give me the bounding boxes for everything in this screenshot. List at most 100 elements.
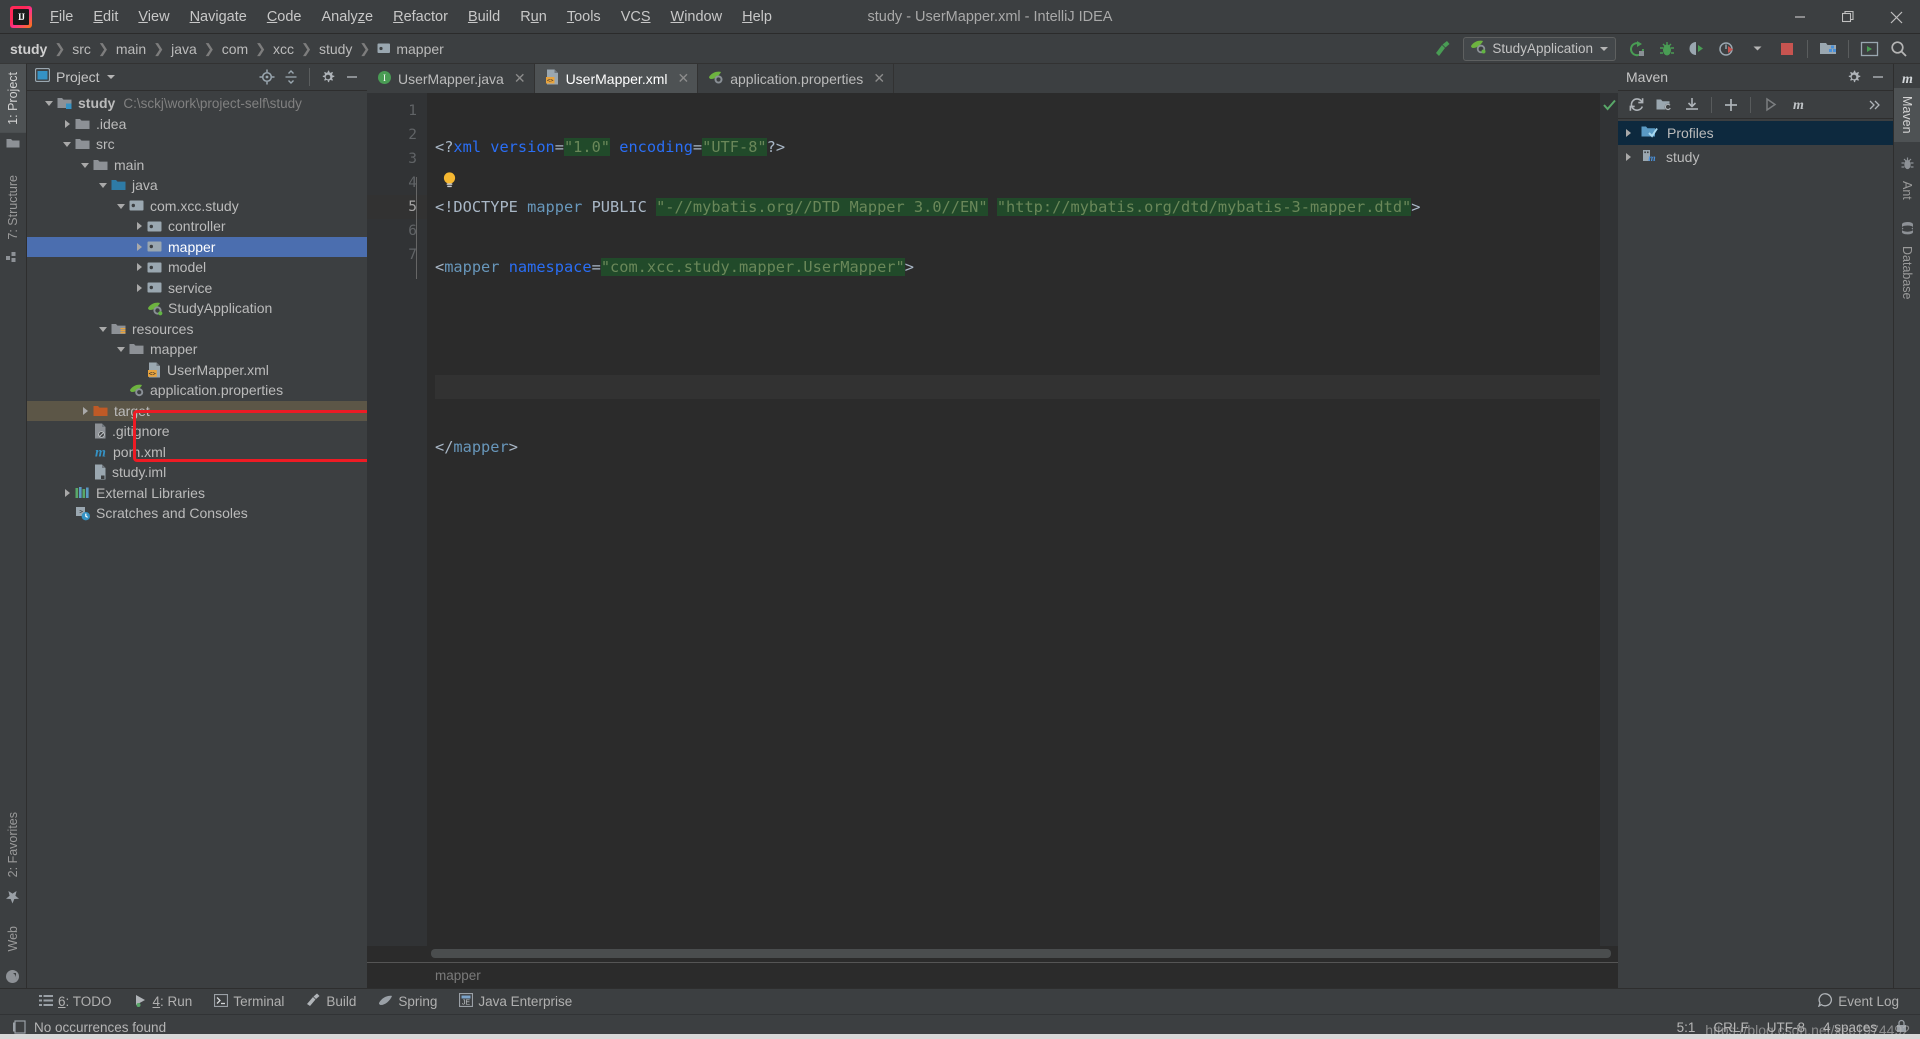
breadcrumb-item-mapper[interactable]: mapper (375, 41, 445, 57)
chevron-right-icon[interactable] (131, 242, 147, 252)
reimport-icon[interactable] (1624, 94, 1648, 116)
bottom-tab-run[interactable]: 4: Run (123, 989, 204, 1014)
chevron-right-icon[interactable] (131, 221, 147, 231)
line-separator[interactable]: CRLF (1713, 1020, 1748, 1035)
download-sources-icon[interactable] (1680, 94, 1704, 116)
chevron-right-icon[interactable] (1624, 125, 1633, 141)
chevron-down-icon[interactable] (113, 344, 129, 354)
project-tree-item-target[interactable]: target (27, 400, 367, 421)
menu-view[interactable]: View (128, 0, 179, 33)
editor-tab-usermapper-xml[interactable]: <> UserMapper.xml ✕ (534, 64, 699, 93)
project-tree-item-scratches-and-consoles[interactable]: >_ Scratches and Consoles (27, 503, 367, 524)
gear-icon[interactable] (1843, 66, 1865, 88)
code-viewport[interactable]: <?xml version="1.0" encoding="UTF-8"?> <… (427, 93, 1600, 946)
bottom-tab-terminal[interactable]: Terminal (203, 989, 295, 1014)
profile-dropdown-icon[interactable] (1742, 36, 1772, 62)
project-tree-item--gitignore[interactable]: .gitignore (27, 421, 367, 442)
project-tree-item-pom-xml[interactable]: m pom.xml (27, 442, 367, 463)
close-tab-icon[interactable]: ✕ (677, 70, 689, 87)
minimize-button[interactable] (1776, 0, 1824, 34)
chevron-down-icon[interactable] (1599, 40, 1609, 58)
project-tree-item-com-xcc-study[interactable]: com.xcc.study (27, 196, 367, 217)
chevron-down-icon[interactable] (59, 139, 75, 149)
lock-icon[interactable] (1895, 1019, 1908, 1036)
sidebar-tab-maven[interactable]: Maven (1894, 88, 1920, 142)
collapse-all-icon[interactable] (280, 66, 302, 88)
project-tree-item-java[interactable]: java (27, 175, 367, 196)
file-encoding[interactable]: UTF-8 (1767, 1020, 1805, 1035)
chevron-right-icon[interactable] (131, 262, 147, 272)
sidebar-tab-project[interactable]: 1: Project (0, 64, 26, 133)
maven-tree-item-study[interactable]: m study (1618, 145, 1893, 169)
sidebar-tab-web[interactable]: Web (0, 918, 26, 959)
editor-tab-usermapper-java[interactable]: I UserMapper.java ✕ (367, 64, 535, 93)
search-everywhere-icon[interactable] (1884, 36, 1914, 62)
project-tree-item-study-iml[interactable]: study.iml (27, 462, 367, 483)
menu-navigate[interactable]: Navigate (180, 0, 257, 33)
bottom-tab-build[interactable]: Build (295, 989, 367, 1014)
menu-code[interactable]: Code (257, 0, 312, 33)
chevron-right-icon[interactable] (59, 119, 75, 129)
project-tree-item-controller[interactable]: controller (27, 216, 367, 237)
bottom-tab-spring[interactable]: Spring (367, 989, 448, 1014)
project-tree-item-usermapper-xml[interactable]: <> UserMapper.xml (27, 360, 367, 381)
project-tree-item-main[interactable]: main (27, 155, 367, 176)
inspection-gutter[interactable] (1600, 93, 1618, 946)
hide-panel-icon[interactable] (341, 66, 363, 88)
breadcrumb-item-com[interactable]: com (220, 41, 250, 57)
menu-refactor[interactable]: Refactor (383, 0, 458, 33)
maximize-restore-button[interactable] (1824, 0, 1872, 34)
menu-analyze[interactable]: Analyze (312, 0, 384, 33)
project-tree-item--idea[interactable]: .idea (27, 114, 367, 135)
scrollbar-track[interactable] (427, 946, 1618, 962)
execute-maven-goal-icon[interactable]: m (1786, 94, 1810, 116)
project-tree-item-mapper[interactable]: mapper (27, 339, 367, 360)
chevron-down-icon[interactable] (113, 201, 129, 211)
maven-tree[interactable]: Profiles m study (1618, 119, 1893, 988)
chevron-right-icon[interactable] (77, 406, 93, 416)
stop-button[interactable] (1772, 36, 1802, 62)
menu-vcs[interactable]: VCS (611, 0, 661, 33)
breadcrumb-item-study[interactable]: study (8, 41, 49, 57)
breadcrumb-item-study-pkg[interactable]: study (317, 41, 354, 57)
select-opened-file-icon[interactable] (256, 66, 278, 88)
menu-window[interactable]: Window (661, 0, 733, 33)
project-tree-item-external-libraries[interactable]: External Libraries (27, 483, 367, 504)
breadcrumb-item-main[interactable]: main (114, 41, 148, 57)
sidebar-tab-database[interactable]: Database (1894, 238, 1920, 308)
project-tree-item-study[interactable]: study C:\sckj\work\project-self\study (27, 93, 367, 114)
menu-tools[interactable]: Tools (557, 0, 611, 33)
build-icon[interactable] (1427, 36, 1457, 62)
chevron-right-icon[interactable] (1624, 149, 1633, 165)
chevron-down-icon[interactable] (77, 160, 93, 170)
chevron-right-icon[interactable] (59, 488, 75, 498)
sidebar-tab-favorites[interactable]: 2: Favorites (0, 804, 26, 885)
run-configuration-selector[interactable]: StudyApplication (1463, 36, 1616, 61)
breadcrumb-item-src[interactable]: src (70, 41, 93, 57)
project-tree-item-mapper[interactable]: mapper (27, 236, 367, 257)
project-structure-button[interactable] (1813, 36, 1843, 62)
close-button[interactable] (1872, 0, 1920, 34)
indent-setting[interactable]: 4 spaces (1823, 1020, 1877, 1035)
profile-button[interactable] (1712, 36, 1742, 62)
hide-panel-icon[interactable] (1867, 66, 1889, 88)
editor-gutter[interactable]: 1 2 3 4 5 6 7 (367, 93, 438, 946)
lightbulb-icon[interactable] (441, 171, 458, 188)
close-tab-icon[interactable]: ✕ (514, 70, 526, 87)
bottom-tab-todo[interactable]: 6: TODO (28, 989, 123, 1014)
close-tab-icon[interactable]: ✕ (873, 70, 885, 87)
project-tree-item-service[interactable]: service (27, 278, 367, 299)
project-view-chevron-icon[interactable] (106, 68, 116, 86)
more-actions-icon[interactable] (1863, 94, 1887, 116)
gear-icon[interactable] (317, 66, 339, 88)
project-tree-item-resources[interactable]: resources (27, 319, 367, 340)
run-maven-build-icon[interactable] (1758, 94, 1782, 116)
editor-tab-application-properties[interactable]: application.properties ✕ (698, 64, 895, 93)
run-button[interactable] (1622, 36, 1652, 62)
caret-position[interactable]: 5:1 (1677, 1020, 1696, 1035)
project-tree-item-src[interactable]: src (27, 134, 367, 155)
menu-help[interactable]: Help (732, 0, 782, 33)
bottom-tab-java-enterprise[interactable]: JE Java Enterprise (448, 989, 583, 1014)
project-tree[interactable]: study C:\sckj\work\project-self\study .ide… (27, 91, 367, 988)
breadcrumb-item-xcc[interactable]: xcc (271, 41, 296, 57)
